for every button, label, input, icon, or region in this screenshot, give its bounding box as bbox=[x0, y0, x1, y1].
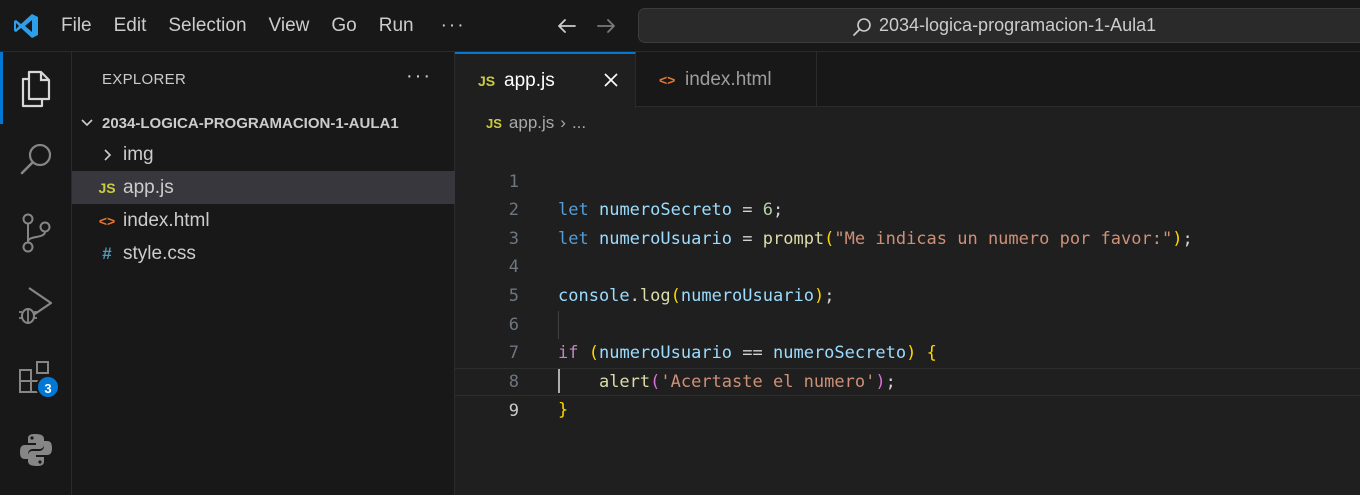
python-icon bbox=[20, 434, 52, 466]
back-arrow-icon[interactable] bbox=[554, 13, 580, 39]
chevron-down-icon bbox=[81, 119, 93, 127]
breadcrumb: JS app.js › ... bbox=[455, 107, 1360, 139]
vscode-logo-icon bbox=[14, 14, 38, 38]
explorer-activity-button[interactable] bbox=[0, 58, 72, 118]
indent-guide bbox=[558, 311, 559, 339]
code-token: } bbox=[558, 400, 569, 421]
close-icon bbox=[604, 73, 618, 87]
chevron-right-icon bbox=[96, 148, 118, 162]
javascript-file-icon: JS bbox=[486, 115, 502, 131]
menu-view[interactable]: View bbox=[258, 0, 321, 52]
code-line: 1 let numeroSecreto = 6; bbox=[455, 139, 1360, 221]
menu-edit[interactable]: Edit bbox=[103, 0, 158, 52]
command-center-search[interactable]: 2034-logica-programacion-1-Aula1 bbox=[638, 8, 1360, 43]
code-line: 3 bbox=[455, 196, 1360, 249]
javascript-file-icon: JS bbox=[478, 73, 496, 89]
forward-arrow-icon[interactable] bbox=[593, 13, 619, 39]
css-file-icon: # bbox=[102, 243, 112, 263]
menu-more-button[interactable]: ··· bbox=[425, 15, 482, 37]
code-line: 7 alert('Acertaste el numero'); bbox=[455, 311, 1360, 392]
run-debug-activity-button[interactable] bbox=[0, 274, 72, 334]
search-activity-button[interactable] bbox=[0, 130, 72, 190]
tab-index-html[interactable]: <> index.html bbox=[636, 52, 817, 107]
menu-bar: File Edit Selection View Go Run ··· bbox=[50, 0, 482, 52]
workspace-folder[interactable]: 2034-LOGICA-PROGRAMACION-1-AULA1 bbox=[72, 109, 455, 137]
files-icon bbox=[21, 70, 51, 108]
folder-label: 2034-LOGICA-PROGRAMACION-1-AULA1 bbox=[102, 114, 399, 132]
tab-label: index.html bbox=[685, 68, 772, 90]
menu-file[interactable]: File bbox=[50, 0, 103, 52]
code-line: 2 let numeroUsuario = prompt("Me indicas… bbox=[455, 168, 1360, 249]
menu-selection[interactable]: Selection bbox=[157, 0, 257, 52]
run-debug-icon bbox=[19, 287, 53, 324]
close-tab-button[interactable] bbox=[599, 68, 623, 92]
extensions-activity-button[interactable]: 3 bbox=[0, 348, 72, 408]
search-icon bbox=[20, 143, 52, 175]
extensions-badge: 3 bbox=[36, 375, 60, 399]
explorer-title: EXPLORER bbox=[102, 71, 187, 88]
tab-app-js[interactable]: JS app.js bbox=[455, 52, 636, 108]
tree-item-label: index.html bbox=[123, 209, 210, 231]
breadcrumb-separator: › bbox=[560, 113, 566, 132]
breadcrumb-symbols[interactable]: ... bbox=[572, 113, 586, 133]
tab-label: app.js bbox=[504, 70, 555, 91]
source-control-activity-button[interactable] bbox=[0, 203, 72, 263]
html-file-icon: <> bbox=[98, 212, 116, 229]
code-line: 4 console.log(numeroUsuario); bbox=[455, 225, 1360, 306]
explorer-more-button[interactable]: ··· bbox=[406, 65, 432, 88]
explorer-sidebar: EXPLORER ··· 2034-LOGICA-PROGRAMACION-1-… bbox=[72, 52, 455, 495]
breadcrumb-file[interactable]: app.js bbox=[509, 113, 554, 133]
title-bar: File Edit Selection View Go Run ··· 2034… bbox=[0, 0, 1360, 52]
code-line: 6 if (numeroUsuario == numeroSecreto) { bbox=[455, 282, 1360, 364]
source-control-icon bbox=[22, 213, 51, 253]
menu-go[interactable]: Go bbox=[320, 0, 367, 52]
editor-tab-bar: JS app.js <> index.html bbox=[455, 52, 1360, 108]
tree-item-label: img bbox=[123, 143, 154, 165]
tree-item-img[interactable]: img bbox=[72, 138, 455, 171]
current-code-line: 9 bbox=[455, 367, 1360, 421]
code-editor[interactable]: 1 let numeroSecreto = 6; 2 let numeroUsu… bbox=[455, 139, 1360, 495]
line-number: 9 bbox=[508, 401, 519, 422]
tree-item-style-css[interactable]: # style.css bbox=[72, 237, 455, 270]
python-activity-button[interactable] bbox=[0, 420, 72, 480]
html-file-icon: <> bbox=[659, 71, 676, 88]
javascript-file-icon: JS bbox=[98, 179, 116, 196]
code-line: 8 } bbox=[455, 339, 1360, 421]
tree-item-label: style.css bbox=[123, 242, 196, 264]
tree-item-label: app.js bbox=[123, 176, 174, 198]
activity-bar: 3 bbox=[0, 52, 72, 495]
text-cursor bbox=[558, 369, 560, 393]
tree-item-index-html[interactable]: <> index.html bbox=[72, 204, 455, 237]
code-line: 5 bbox=[455, 253, 1360, 306]
search-text: 2034-logica-programacion-1-Aula1 bbox=[879, 15, 1157, 35]
search-icon bbox=[853, 18, 871, 36]
menu-run[interactable]: Run bbox=[368, 0, 425, 52]
tree-item-app-js[interactable]: JS app.js bbox=[72, 171, 455, 204]
